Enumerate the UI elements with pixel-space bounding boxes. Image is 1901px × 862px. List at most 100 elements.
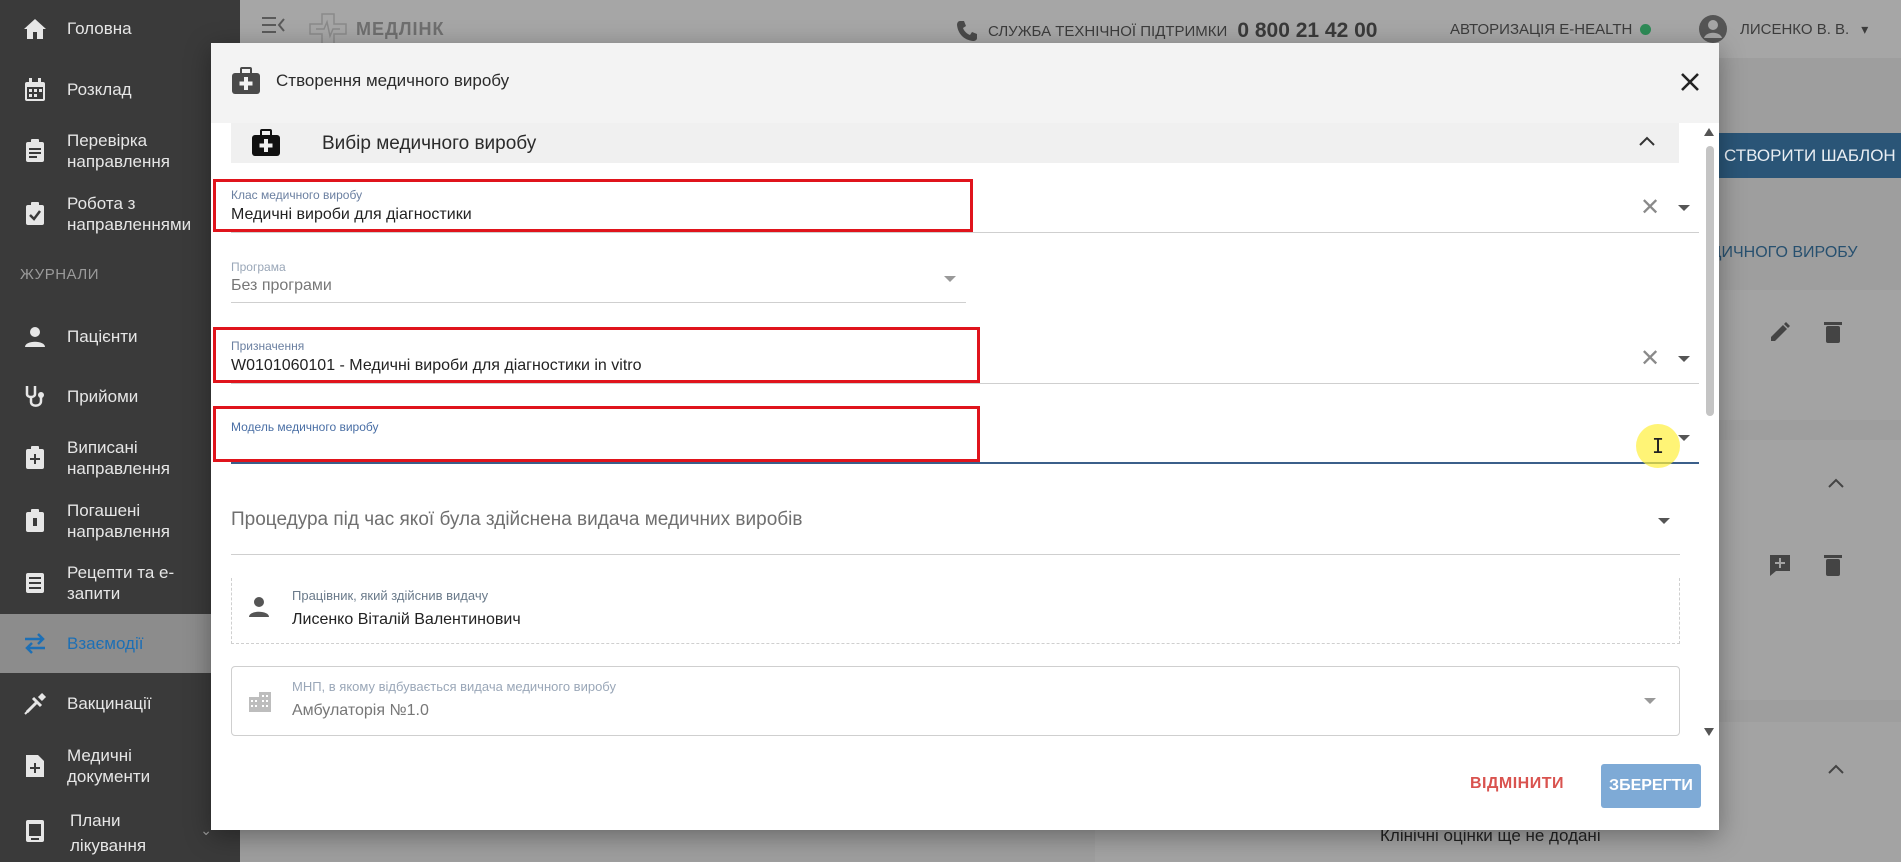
sidebar-item-issued-referrals[interactable]: Виписані направлення bbox=[0, 437, 240, 479]
section-header-device-selection[interactable]: Вибір медичного виробу bbox=[231, 123, 1679, 163]
bg-card bbox=[1700, 290, 1901, 420]
dropdown-arrow-icon[interactable] bbox=[1678, 205, 1690, 211]
user-menu[interactable]: ЛИСЕНКО В. В. ▾ bbox=[1698, 14, 1868, 44]
sidebar-item-label-2: лікування bbox=[70, 836, 147, 855]
sidebar-item-label-2: запити bbox=[67, 584, 121, 603]
delete-icon[interactable] bbox=[1823, 320, 1843, 350]
person-icon bbox=[248, 596, 270, 623]
scroll-up-arrow[interactable] bbox=[1704, 128, 1714, 136]
dialog-scrollbar[interactable] bbox=[1703, 128, 1715, 738]
field-underline bbox=[231, 232, 1699, 233]
delete-icon[interactable] bbox=[1823, 553, 1843, 583]
dialog-header: Створення медичного виробу bbox=[211, 43, 1719, 123]
clipboard-plus-icon bbox=[22, 445, 48, 471]
logo-icon bbox=[309, 13, 347, 45]
support-phone[interactable]: 0 800 21 42 00 bbox=[1237, 19, 1377, 43]
sidebar-item-label: Перевірка bbox=[67, 131, 148, 150]
sidebar-item-label: Погашені bbox=[67, 501, 141, 520]
sidebar-item-label-2: направленнями bbox=[67, 215, 192, 234]
chevron-up-icon[interactable] bbox=[1639, 133, 1655, 151]
swap-icon bbox=[22, 630, 48, 656]
sidebar-item-label-2: направлення bbox=[67, 152, 170, 171]
clipboard-x-icon bbox=[22, 508, 48, 534]
sidebar-item-label: Взаємодії bbox=[67, 634, 144, 653]
field-underline bbox=[231, 383, 1699, 384]
edit-icon[interactable] bbox=[1768, 320, 1792, 350]
home-icon bbox=[22, 16, 48, 42]
sidebar-item-schedule[interactable]: Розклад bbox=[0, 77, 240, 103]
tab-medical-device[interactable]: ЕДИЧНОГО ВИРОБУ bbox=[1700, 244, 1858, 262]
mnp-select[interactable]: МНП, в якому відбувається видача медично… bbox=[231, 666, 1680, 736]
sidebar-item-prescriptions[interactable]: Рецепти та е- запити bbox=[0, 562, 240, 604]
scrollbar-thumb[interactable] bbox=[1706, 146, 1714, 416]
chevron-up-icon[interactable] bbox=[1828, 468, 1844, 494]
dialog-title: Створення медичного виробу bbox=[276, 71, 510, 90]
sidebar-item-treatment-plans[interactable]: Плани лікування ⌄ bbox=[0, 810, 240, 855]
procedure-placeholder: Процедура під час якої була здійснена ви… bbox=[231, 509, 803, 530]
sidebar-item-medical-documents[interactable]: Медичні документи bbox=[0, 745, 240, 787]
worker-label: Працівник, який здійснив видачу bbox=[292, 588, 489, 603]
sidebar-item-label: Розклад bbox=[67, 80, 132, 99]
chevron-up-icon[interactable] bbox=[1828, 754, 1844, 780]
bg-card bbox=[1700, 440, 1901, 700]
list-icon bbox=[22, 570, 48, 596]
cancel-button[interactable]: ВІДМІНИТИ bbox=[1470, 775, 1564, 793]
highlight-box bbox=[213, 327, 980, 383]
sidebar-item-appointments[interactable]: Прийоми bbox=[0, 385, 240, 407]
clear-icon[interactable]: ✕ bbox=[1640, 347, 1660, 371]
worker-field: Працівник, який здійснив видачу Лисенко … bbox=[231, 578, 1680, 644]
auth-label: АВТОРИЗАЦІЯ E-HEALTH bbox=[1450, 21, 1633, 38]
medical-case-icon bbox=[231, 67, 261, 100]
calendar-icon bbox=[22, 77, 48, 103]
program-select[interactable]: Програма Без програми bbox=[231, 260, 966, 304]
save-button[interactable]: ЗБЕРЕГТИ bbox=[1601, 764, 1701, 808]
text-cursor-icon: I bbox=[1652, 434, 1665, 458]
sidebar-item-label: Головна bbox=[67, 19, 132, 38]
highlight-box bbox=[213, 406, 980, 462]
auth-status-indicator bbox=[1640, 24, 1652, 35]
sidebar-item-check-referral[interactable]: Перевірка направлення bbox=[0, 130, 240, 172]
sidebar-item-label: Плани bbox=[70, 811, 121, 830]
mnp-label: МНП, в якому відбувається видача медично… bbox=[292, 679, 616, 694]
clear-icon[interactable]: ✕ bbox=[1640, 196, 1660, 220]
field-value: Без програми bbox=[231, 277, 332, 294]
dropdown-arrow-icon[interactable] bbox=[1644, 698, 1656, 704]
sidebar-item-interactions[interactable]: Взаємодії bbox=[0, 614, 240, 673]
sidebar-item-vaccinations[interactable]: Вакцинації bbox=[0, 691, 240, 717]
user-avatar-icon bbox=[1699, 15, 1727, 43]
medical-case-icon bbox=[251, 129, 281, 162]
app-logo[interactable]: МЕДЛІНК bbox=[308, 12, 444, 46]
scroll-down-arrow[interactable] bbox=[1704, 728, 1714, 736]
plan-icon bbox=[22, 818, 48, 844]
logo-text: МЕДЛІНК bbox=[356, 18, 445, 39]
sidebar-item-label-2: направлення bbox=[67, 522, 170, 541]
highlight-box bbox=[213, 179, 973, 232]
sidebar-item-home[interactable]: Головна bbox=[0, 18, 240, 39]
clipboard-check-icon bbox=[22, 201, 48, 227]
sidebar-item-label: Робота з bbox=[67, 194, 136, 213]
sidebar-item-label: Виписані bbox=[67, 438, 138, 457]
add-comment-icon[interactable] bbox=[1768, 553, 1792, 583]
close-icon[interactable] bbox=[1675, 67, 1705, 97]
worker-value: Лисенко Віталій Валентинович bbox=[292, 611, 521, 628]
building-icon bbox=[248, 691, 272, 718]
sidebar-item-referral-work[interactable]: Робота з направленнями bbox=[0, 193, 240, 235]
dropdown-arrow-icon[interactable] bbox=[1678, 435, 1690, 441]
clipboard-icon bbox=[22, 138, 48, 164]
user-name: ЛИСЕНКО В. В. bbox=[1740, 20, 1850, 38]
sidebar-item-patients[interactable]: Пацієнти bbox=[0, 326, 240, 347]
chevron-down-icon: ▾ bbox=[1861, 20, 1869, 37]
ehealth-auth[interactable]: АВТОРИЗАЦІЯ E-HEALTH bbox=[1450, 21, 1652, 38]
support-info: СЛУЖБА ТЕХНІЧНОЇ ПІДТРИМКИ 0 800 21 42 0… bbox=[956, 19, 1377, 43]
sidebar-item-redeemed-referrals[interactable]: Погашені направлення bbox=[0, 500, 240, 542]
create-template-button[interactable]: СТВОРИТИ ШАБЛОН bbox=[1710, 133, 1901, 178]
dropdown-arrow-icon[interactable] bbox=[944, 276, 956, 282]
menu-collapse-icon[interactable] bbox=[262, 16, 286, 39]
dropdown-arrow-icon[interactable] bbox=[1678, 356, 1690, 362]
dropdown-arrow-icon[interactable] bbox=[1658, 518, 1670, 524]
sidebar-item-label-2: направлення bbox=[67, 459, 170, 478]
syringe-icon bbox=[22, 691, 48, 717]
support-label: СЛУЖБА ТЕХНІЧНОЇ ПІДТРИМКИ bbox=[988, 22, 1228, 40]
sidebar-item-label: Медичні bbox=[67, 746, 132, 765]
section-title: Вибір медичного виробу bbox=[322, 133, 537, 154]
